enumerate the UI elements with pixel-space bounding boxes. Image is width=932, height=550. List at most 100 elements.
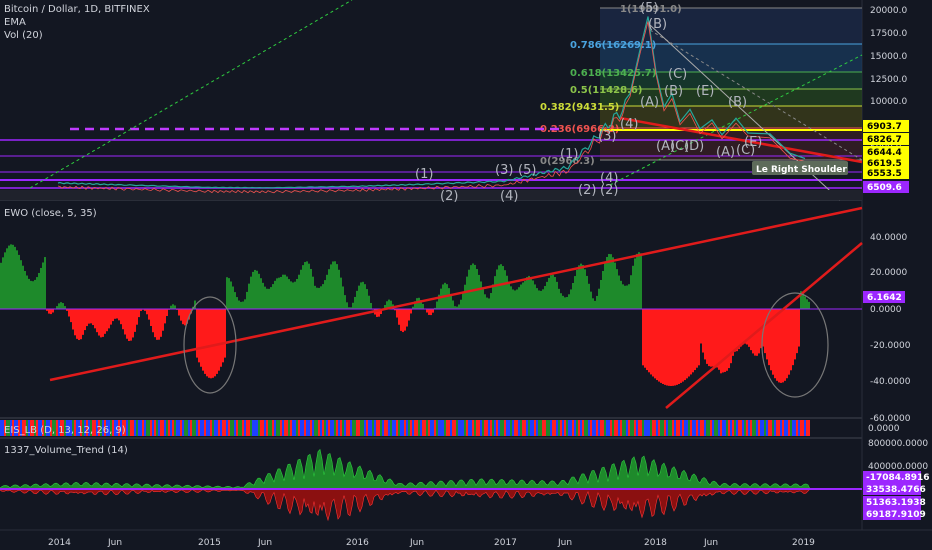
- ewo-bar: [502, 266, 504, 309]
- ewo-bar: [510, 286, 512, 309]
- ewo-trendline-long[interactable]: [49, 206, 863, 382]
- eis-bar: [612, 420, 614, 436]
- ewo-bar: [580, 263, 582, 309]
- eis-bar: [614, 420, 616, 436]
- time-axis[interactable]: 2014 Jun 2015 Jun 2016 Jun 2017 Jun 2018 Jun 2019: [48, 538, 815, 548]
- ewo-bar: [114, 309, 116, 319]
- ewo-bar: [2, 257, 4, 309]
- eis-bar: [318, 420, 320, 436]
- eis-bar: [168, 420, 170, 436]
- eis-bar: [176, 420, 178, 436]
- ewo-bar: [126, 309, 128, 339]
- eis-bar: [484, 420, 486, 436]
- ewo-title[interactable]: EWO (close, 5, 35): [4, 208, 97, 219]
- ewo-bar: [718, 309, 720, 370]
- ewo-bar: [528, 275, 530, 309]
- eis-bar: [424, 420, 426, 436]
- eis-bar: [490, 420, 492, 436]
- eis-bar: [250, 420, 252, 436]
- eis-bar: [786, 420, 788, 436]
- eis-bar: [346, 420, 348, 436]
- eis-bar: [188, 420, 190, 436]
- ewo-axis[interactable]: 40.0000 20.0000 0.0000 -20.0000 -40.0000 -60.…: [870, 233, 911, 424]
- eis-bar: [470, 420, 472, 436]
- time-axis-tick: Jun: [409, 538, 424, 548]
- ewo-bar: [738, 309, 740, 350]
- ewo-bar: [32, 281, 34, 309]
- eis-title[interactable]: EIS_LB (D, 13, 12, 26, 9): [4, 425, 126, 436]
- volume-axis[interactable]: 800000.0000 400000.0000: [868, 439, 928, 472]
- eis-bar: [374, 420, 376, 436]
- eis-bar: [512, 420, 514, 436]
- ewo-bar: [478, 274, 480, 309]
- eis-bar: [794, 420, 796, 436]
- ewo-bar: [436, 301, 438, 309]
- eis-bar: [692, 420, 694, 436]
- ewo-bar: [258, 273, 260, 309]
- eis-bar: [174, 420, 176, 436]
- ewo-bar: [208, 309, 210, 378]
- ewo-bar: [530, 277, 532, 309]
- eis-bar: [324, 420, 326, 436]
- eis-bar: [382, 420, 384, 436]
- eis-bar: [454, 420, 456, 436]
- chart-canvas[interactable]: 1(19891.0)0.786(16269.1)0.618(13425.7)0.…: [0, 0, 932, 550]
- ewo-bar: [214, 309, 216, 377]
- eis-bar: [702, 420, 704, 436]
- ewo-bar: [604, 262, 606, 309]
- eis-bar: [160, 420, 162, 436]
- eis-bar: [132, 420, 134, 436]
- ewo-bar: [534, 284, 536, 309]
- volume-axis-tick: 400000.0000: [868, 462, 928, 472]
- ewo-bar: [152, 309, 154, 333]
- volume-study-label[interactable]: Vol (20): [4, 30, 43, 41]
- time-axis-tick: Jun: [107, 538, 122, 548]
- eis-bar: [586, 420, 588, 436]
- eis-bar: [154, 420, 156, 436]
- ewo-bar: [586, 275, 588, 309]
- eis-bar: [654, 420, 656, 436]
- ewo-bar: [276, 278, 278, 309]
- eis-bar: [652, 420, 654, 436]
- ewo-bar: [252, 271, 254, 309]
- eis-bar: [296, 420, 298, 436]
- wave-label: (4): [500, 189, 518, 204]
- eis-bar: [776, 420, 778, 436]
- ewo-bar: [236, 297, 238, 309]
- ewo-bar: [698, 309, 700, 366]
- eis-bar: [756, 420, 758, 436]
- ema-study-label[interactable]: EMA: [4, 17, 26, 28]
- ewo-bar: [162, 309, 164, 331]
- eis-bar: [384, 420, 386, 436]
- eis-bar: [348, 420, 350, 436]
- eis-bar: [506, 420, 508, 436]
- ewo-bar: [732, 309, 734, 356]
- ewo-bar: [120, 309, 122, 325]
- ewo-bar: [178, 309, 180, 316]
- eis-bar: [306, 420, 308, 436]
- symbol-title[interactable]: Bitcoin / Dollar, 1D, BITFINEX: [4, 4, 150, 15]
- ewo-bar: [116, 309, 118, 319]
- eis-bar: [364, 420, 366, 436]
- ewo-bar: [34, 279, 36, 309]
- time-axis-tick: 2017: [494, 538, 517, 548]
- ewo-bar: [584, 269, 586, 309]
- ewo-bar: [598, 288, 600, 309]
- ewo-bar: [232, 286, 234, 309]
- ewo-bar: [238, 300, 240, 309]
- eis-bar: [480, 420, 482, 436]
- eis-bar: [180, 420, 182, 436]
- ewo-bar: [410, 309, 412, 314]
- eis-bar: [366, 420, 368, 436]
- ewo-bar: [222, 309, 224, 363]
- time-axis-tick: 2018: [644, 538, 667, 548]
- eis-bar: [568, 420, 570, 436]
- time-axis-tick: 2015: [198, 538, 221, 548]
- eis-bar: [194, 420, 196, 436]
- eis-bar: [354, 420, 356, 436]
- volume-title[interactable]: 1337_Volume_Trend (14): [4, 445, 128, 456]
- ewo-bar: [782, 309, 784, 383]
- eis-bar: [400, 420, 402, 436]
- ewo-bar: [794, 309, 796, 360]
- ewo-bar: [4, 252, 6, 309]
